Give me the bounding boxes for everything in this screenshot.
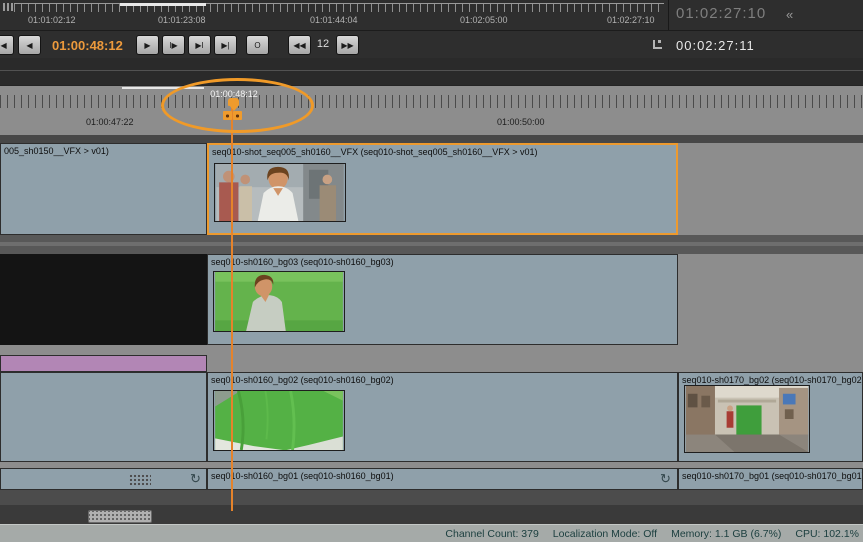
clip-sh0160-bg03[interactable]: seq010-sh0160_bg03 (seq010-sh0160_bg03) xyxy=(207,254,678,345)
overview-timecode: 01:01:02:12 xyxy=(28,15,76,25)
play-from-in-button[interactable]: I▶ xyxy=(162,35,185,55)
clip-sh0160-bg01[interactable]: seq010-sh0160_bg01 (seq010-sh0160_bg01) … xyxy=(207,468,678,490)
collapsed-track-stripe xyxy=(0,242,863,246)
ruler-timecode-left: 01:00:47:22 xyxy=(86,117,134,127)
total-duration-display: 00:02:27:11 xyxy=(676,38,755,53)
trim-back-button[interactable]: ◀◀ xyxy=(288,35,311,55)
ruler-ticks xyxy=(0,95,863,108)
filler-clip-purple[interactable] xyxy=(0,355,207,372)
overview-timecode: 01:01:23:08 xyxy=(158,15,206,25)
sequence-end-timecode: 01:02:27:10 xyxy=(676,5,766,22)
overview-timecode: 01:02:05:00 xyxy=(460,15,508,25)
clip-sh0170-bg02[interactable]: seq010-sh0170_bg02 (seq010-sh0170_bg02) xyxy=(678,372,863,462)
playhead-line[interactable] xyxy=(231,98,233,511)
status-localization-mode: Localization Mode: Off xyxy=(553,528,657,540)
track-separator xyxy=(0,135,863,143)
clip-sh0160-vfx-selected[interactable]: seq010-shot_seq005_sh0160__VFX (seq010-s… xyxy=(207,143,678,235)
collapse-chevron-icon[interactable]: « xyxy=(786,7,793,22)
timeline-bottom-spacer xyxy=(0,490,863,505)
clip-label: 005_sh0150__VFX > v01) xyxy=(1,144,206,158)
clip-continuation[interactable] xyxy=(0,372,207,462)
motion-adapter-icon: ↻ xyxy=(190,472,201,485)
status-memory: Memory: 1.1 GB (6.7%) xyxy=(671,528,781,540)
step-back-button[interactable]: ◀ xyxy=(18,35,41,55)
clip-label: seq010-sh0160_bg03 (seq010-sh0160_bg03) xyxy=(208,255,677,269)
overview-timecode: 01:02:27:10 xyxy=(607,15,655,25)
timecode-ruler[interactable]: 01:00:48:12 01:00:47:22 01:00:50:00 xyxy=(0,85,863,135)
grip-dots-icon xyxy=(129,474,151,486)
clip-sh0170-bg01[interactable]: seq010-sh0170_bg01 (seq010-sh0170_bg01) xyxy=(678,468,863,490)
ruler-scale-icon xyxy=(3,3,14,11)
toolbar-spacer xyxy=(0,58,863,85)
clip-sh0150-vfx[interactable]: 005_sh0150__VFX > v01) xyxy=(0,143,207,235)
current-timecode-display[interactable]: 01:00:48:12 xyxy=(52,38,123,53)
clip-label: seq010-shot_seq005_sh0160__VFX (seq010-s… xyxy=(209,145,676,159)
video-track-v2: seq010-sh0160_bg02 (seq010-sh0160_bg02) … xyxy=(0,372,863,462)
sequence-overview-bar: 01:01:02:12 01:01:23:08 01:01:44:04 01:0… xyxy=(0,0,863,30)
horizontal-scrollbar-thumb[interactable] xyxy=(88,510,152,523)
ruler-timecode-right: 01:00:50:00 xyxy=(497,117,545,127)
clip-thumbnail xyxy=(214,163,346,222)
filler-track xyxy=(0,355,863,372)
video-track-v4: 005_sh0150__VFX > v01) seq010-shot_seq00… xyxy=(0,143,863,235)
visible-range-indicator[interactable] xyxy=(120,3,206,6)
clip-thumbnail xyxy=(684,385,810,453)
go-to-end-button[interactable]: ▶| xyxy=(214,35,237,55)
clip-label: seq010-sh0170_bg01 (seq010-sh0170_bg01) xyxy=(679,469,862,483)
trim-frame-count: 12 xyxy=(311,38,335,50)
jump-to-start-button[interactable]: |◀ xyxy=(0,35,14,55)
overview-timecode: 01:01:44:04 xyxy=(310,15,358,25)
highlight-ellipse-annotation xyxy=(161,78,314,133)
duration-icon xyxy=(653,40,662,49)
clip-sh0160-bg02[interactable]: seq010-sh0160_bg02 (seq010-sh0160_bg02) xyxy=(207,372,678,462)
clip-label: seq010-sh0160_bg02 (seq010-sh0160_bg02) xyxy=(208,373,677,387)
avid-timeline-window: 01:01:02:12 01:01:23:08 01:01:44:04 01:0… xyxy=(0,0,863,542)
video-track-v3: seq010-sh0160_bg03 (seq010-sh0160_bg03) xyxy=(0,254,863,345)
panel-divider-line xyxy=(0,70,863,71)
status-channel-count: Channel Count: 379 xyxy=(445,528,538,540)
video-track-v1: ↻ seq010-sh0160_bg01 (seq010-sh0160_bg01… xyxy=(0,468,863,490)
transport-bar: |◀ ◀ 01:00:48:12 ▶ I▶ ▶I ▶| O ◀◀ 12 ▶▶ 0… xyxy=(0,30,863,58)
play-to-out-button[interactable]: ▶I xyxy=(188,35,211,55)
o-button[interactable]: O xyxy=(246,35,269,55)
collapsed-track-band xyxy=(0,235,863,254)
motion-adapter-icon: ↻ xyxy=(660,472,671,485)
status-cpu: CPU: 102.1% xyxy=(795,528,859,540)
status-bar: Channel Count: 379 Localization Mode: Of… xyxy=(0,524,863,542)
clip-continuation[interactable]: ↻ xyxy=(0,468,207,490)
overview-ruler-ticks[interactable] xyxy=(14,3,664,12)
trim-forward-button[interactable]: ▶▶ xyxy=(336,35,359,55)
play-button[interactable]: ▶ xyxy=(136,35,159,55)
empty-track-area xyxy=(0,254,207,345)
clip-label: seq010-sh0160_bg01 (seq010-sh0160_bg01) xyxy=(208,469,677,483)
